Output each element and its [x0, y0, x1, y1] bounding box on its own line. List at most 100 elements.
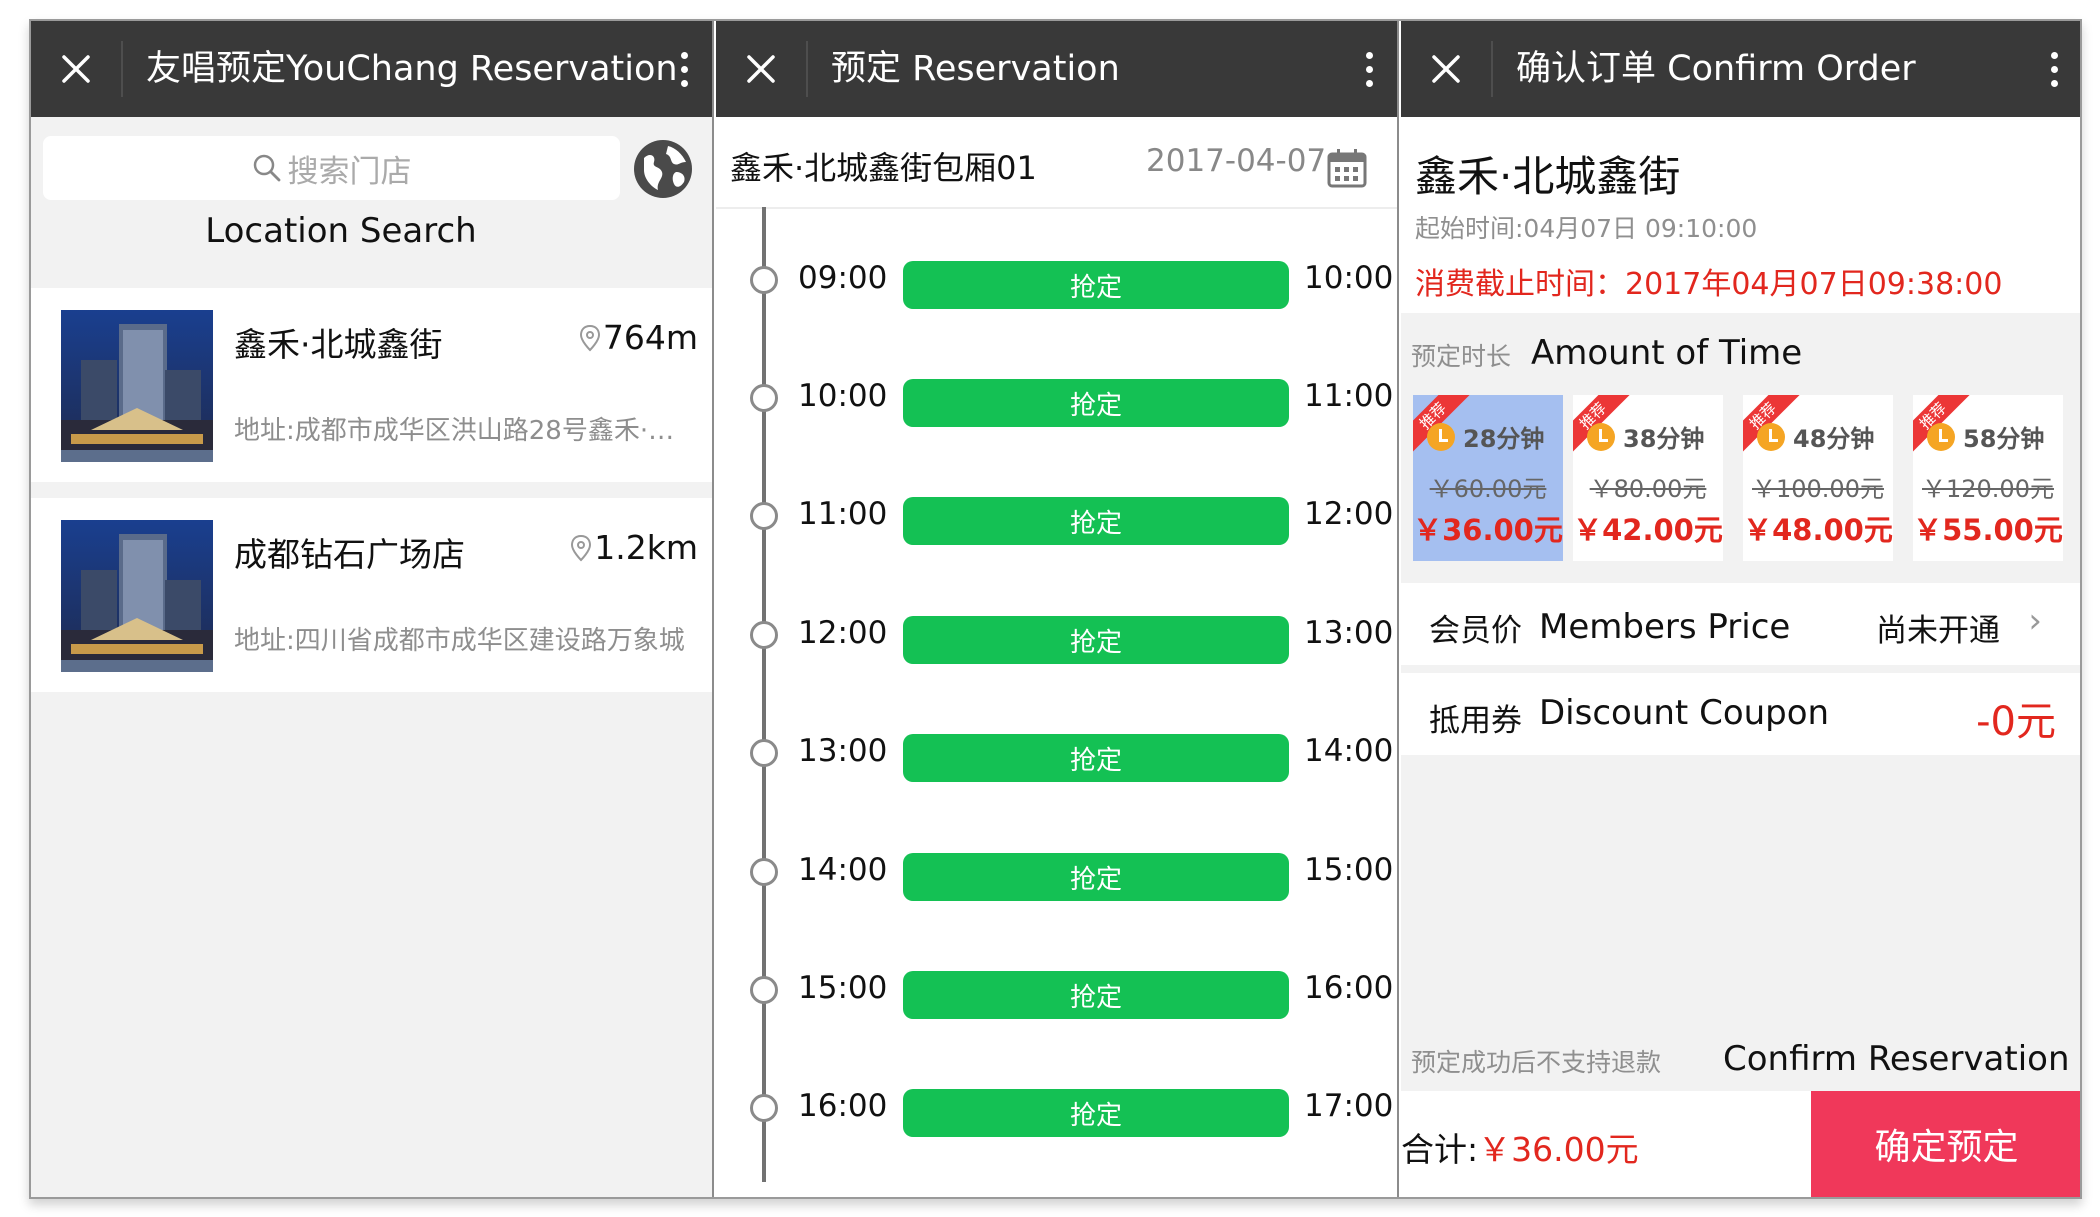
grab-booking-button[interactable]: 抢定 — [903, 853, 1289, 901]
time-slot: 09:00 抢定 10:00 — [716, 226, 1397, 344]
more-icon[interactable] — [664, 21, 704, 117]
store-address: 地址:四川省成都市成华区建设路万象城 — [234, 626, 685, 656]
globe-icon[interactable] — [632, 138, 694, 200]
timeline-dot — [750, 1094, 778, 1122]
store-image — [61, 520, 213, 672]
duration-option[interactable]: 推荐 48分钟 ￥100.00元 ￥48.00元 — [1743, 395, 1893, 561]
members-label-cn: 会员价 — [1429, 613, 1522, 649]
top-bar: 友唱预定YouChang Reservation — [31, 21, 712, 117]
search-input[interactable]: 搜索门店 — [43, 136, 620, 200]
confirm-order-panel: 确认订单 Confirm Order 鑫禾·北城鑫街 起始时间:04月07日 0… — [1401, 21, 2080, 1197]
time-slot: 15:00 抢定 16:00 — [716, 936, 1397, 1054]
amount-of-time-header: 预定时长 Amount of Time — [1401, 313, 2080, 389]
grab-booking-button[interactable]: 抢定 — [903, 616, 1289, 664]
slot-start: 09:00 — [798, 260, 888, 296]
discount-coupon-row[interactable]: 抵用券 Discount Coupon -0元 — [1401, 673, 2080, 755]
reservation-date[interactable]: 2017-04-07 — [1146, 143, 1326, 179]
duration-option[interactable]: 推荐 28分钟 ￥60.00元 ￥36.00元 — [1413, 395, 1563, 561]
search-icon — [253, 154, 280, 182]
timeline-dot — [750, 739, 778, 767]
grab-booking-button[interactable]: 抢定 — [903, 1089, 1289, 1137]
location-pin-icon — [571, 534, 592, 561]
end-time: 消费截止时间：2017年04月07日09:38:00 — [1415, 267, 2003, 302]
timeline-dot — [750, 502, 778, 530]
order-summary: 鑫禾·北城鑫街 起始时间:04月07日 09:10:00 消费截止时间：2017… — [1401, 117, 2080, 313]
store-item[interactable]: 成都钻石广场店 1.2km 地址:四川省成都市成华区建设路万象城 — [31, 498, 712, 692]
grab-booking-button[interactable]: 抢定 — [903, 734, 1289, 782]
slot-start: 11:00 — [798, 496, 888, 532]
checkout-bar: 合计:￥36.00元 确定预定 — [1401, 1091, 2080, 1197]
slot-end: 16:00 — [1304, 970, 1394, 1006]
divider — [1491, 41, 1493, 97]
grab-booking-button[interactable]: 抢定 — [903, 261, 1289, 309]
store-list-panel: 友唱预定YouChang Reservation 搜索门店 Location S… — [31, 21, 714, 1197]
room-name: 鑫禾·北城鑫街包厢01 — [730, 149, 1037, 187]
refund-note: 预定成功后不支持退款 — [1411, 1048, 1662, 1077]
store-distance: 764m — [579, 318, 698, 357]
chevron-right-icon: › — [2028, 601, 2042, 641]
time-slot: 10:00 抢定 11:00 — [716, 344, 1397, 462]
slot-start: 12:00 — [798, 615, 888, 651]
amount-label-cn: 预定时长 — [1411, 342, 1512, 371]
page-title: 确认订单 Confirm Order — [1516, 49, 1916, 89]
coupon-label-en: Discount Coupon — [1539, 693, 1830, 733]
calendar-icon[interactable] — [1326, 147, 1368, 189]
option-duration: 38分钟 — [1623, 425, 1705, 453]
search-placeholder: 搜索门店 — [287, 153, 412, 190]
clock-icon — [1587, 423, 1615, 451]
duration-option[interactable]: 推荐 38分钟 ￥80.00元 ￥42.00元 — [1573, 395, 1723, 561]
coupon-label-cn: 抵用券 — [1429, 703, 1522, 739]
room-header: 鑫禾·北城鑫街包厢01 2017-04-07 — [716, 117, 1397, 209]
grab-booking-button[interactable]: 抢定 — [903, 497, 1289, 545]
clock-icon — [1927, 423, 1955, 451]
duration-options: 推荐 28分钟 ￥60.00元 ￥36.00元 推荐 38分钟 ￥80.00元 … — [1401, 389, 2080, 577]
time-slot: 13:00 抢定 14:00 — [716, 699, 1397, 817]
more-icon[interactable] — [1349, 21, 1389, 117]
close-icon[interactable] — [1401, 21, 1491, 117]
store-item[interactable]: 鑫禾·北城鑫街 764m 地址:成都市成华区洪山路28号鑫禾·北城鑫街 — [31, 288, 712, 482]
grab-booking-button[interactable]: 抢定 — [903, 379, 1289, 427]
store-distance: 1.2km — [570, 528, 698, 567]
timeline-dot — [750, 384, 778, 412]
sale-price: ￥42.00元 — [1573, 513, 1723, 547]
more-icon[interactable] — [2034, 21, 2074, 117]
sale-price: ￥36.00元 — [1413, 513, 1563, 547]
duration-option[interactable]: 推荐 58分钟 ￥120.00元 ￥55.00元 — [1913, 395, 2063, 561]
slot-end: 11:00 — [1304, 378, 1394, 414]
store-address: 地址:成都市成华区洪山路28号鑫禾·北城鑫街 — [234, 416, 699, 446]
slot-start: 14:00 — [798, 852, 888, 888]
slot-start: 13:00 — [798, 733, 888, 769]
timeline-dot — [750, 858, 778, 886]
amount-label-en: Amount of Time — [1531, 333, 1803, 373]
members-price-row[interactable]: 会员价 Members Price 尚未开通 › — [1401, 583, 2080, 665]
original-price: ￥80.00元 — [1589, 475, 1707, 503]
close-icon[interactable] — [31, 21, 121, 117]
slot-start: 15:00 — [798, 970, 888, 1006]
total-price: 合计:￥36.00元 — [1401, 1123, 1639, 1171]
time-slot: 16:00 抢定 17:00 — [716, 1054, 1397, 1172]
slot-end: 12:00 — [1304, 496, 1394, 532]
timeline-dot — [750, 266, 778, 294]
option-duration: 48分钟 — [1793, 425, 1875, 453]
original-price: ￥60.00元 — [1429, 475, 1547, 503]
page-title: 友唱预定YouChang Reservation — [146, 49, 678, 89]
store-image — [61, 310, 213, 462]
slot-end: 13:00 — [1304, 615, 1394, 651]
grab-booking-button[interactable]: 抢定 — [903, 971, 1289, 1019]
distance-value: 1.2km — [594, 528, 698, 567]
coupon-value: -0元 — [1976, 699, 2056, 745]
app-frame: 友唱预定YouChang Reservation 搜索门店 Location S… — [29, 19, 2082, 1199]
order-store-name: 鑫禾·北城鑫街 — [1415, 152, 1681, 201]
confirm-booking-button[interactable]: 确定预定 — [1811, 1091, 2080, 1197]
original-price: ￥100.00元 — [1752, 475, 1884, 503]
reservation-panel: 预定 Reservation 鑫禾·北城鑫街包厢01 2017-04-07 09… — [716, 21, 1399, 1197]
slot-start: 16:00 — [798, 1088, 888, 1124]
time-slot: 12:00 抢定 13:00 — [716, 581, 1397, 699]
sale-price: ￥48.00元 — [1743, 513, 1893, 547]
sale-price: ￥55.00元 — [1913, 513, 2063, 547]
location-pin-icon — [579, 324, 600, 351]
clock-icon — [1757, 423, 1785, 451]
top-bar: 确认订单 Confirm Order — [1401, 21, 2080, 117]
close-icon[interactable] — [716, 21, 806, 117]
divider — [121, 41, 123, 97]
